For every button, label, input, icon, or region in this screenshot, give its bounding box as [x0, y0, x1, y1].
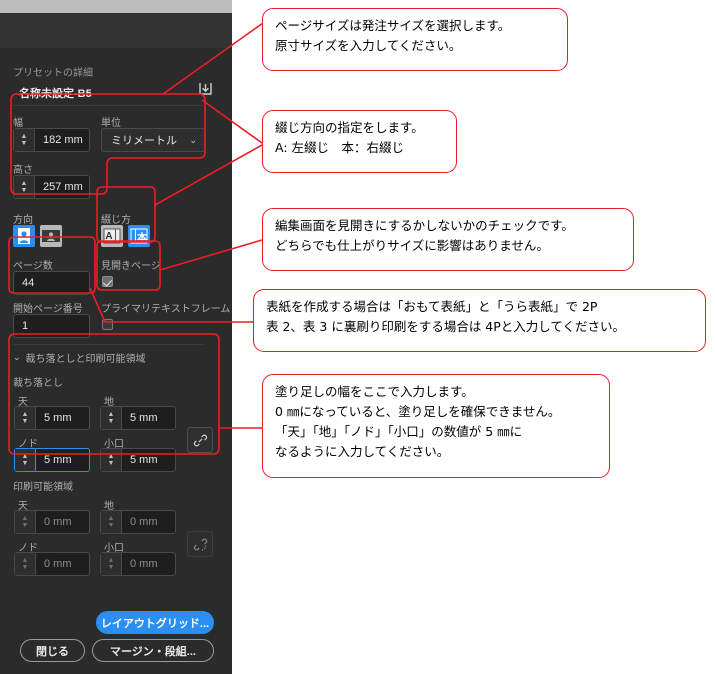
height-input[interactable]: ▲ ▼ 257 mm	[13, 175, 90, 199]
slug-bottom-value: 0 mm	[130, 516, 158, 528]
portrait-orientation-icon[interactable]	[13, 225, 35, 247]
bleed-outside-stepper[interactable]: ▲ ▼	[101, 449, 122, 471]
dialog-header-bar	[0, 13, 232, 49]
bleed-bottom-input[interactable]: ▲ ▼ 5 mm	[100, 406, 176, 430]
slug-inside-input[interactable]: ▲ ▼ 0 mm	[14, 552, 90, 576]
start-page-label: 開始ページ番号	[13, 304, 83, 315]
bleed-top-input[interactable]: ▲ ▼ 5 mm	[14, 406, 90, 430]
bleed-section-divider	[13, 344, 205, 345]
margins-columns-button[interactable]: マージン・段組...	[92, 639, 214, 662]
binding-label: 綴じ方	[101, 215, 131, 226]
width-label: 幅	[13, 118, 23, 129]
slug-inside-stepper[interactable]: ▲ ▼	[15, 553, 36, 575]
width-value: 182 mm	[43, 134, 83, 146]
bleed-outside-value: 5 mm	[130, 454, 158, 466]
preset-section-label: プリセットの詳細	[13, 68, 93, 79]
slug-bottom-input[interactable]: ▲ ▼ 0 mm	[100, 510, 176, 534]
page-count-label: ページ数	[13, 261, 53, 272]
save-preset-icon[interactable]	[197, 81, 214, 97]
preset-name-value: 名称未設定-B5	[19, 88, 92, 100]
slug-outside-input[interactable]: ▲ ▼ 0 mm	[100, 552, 176, 576]
slug-bottom-stepper[interactable]: ▲ ▼	[101, 511, 122, 533]
close-button[interactable]: 閉じる	[20, 639, 85, 662]
binding-left-icon[interactable]: A	[101, 225, 123, 247]
start-page-value: 1	[22, 320, 29, 332]
height-label: 高さ	[13, 165, 33, 176]
bleed-group-label: 裁ち落とし	[13, 378, 63, 389]
binding-right-icon[interactable]: 本	[128, 225, 150, 247]
landscape-orientation-icon[interactable]	[40, 225, 62, 247]
slug-outside-stepper[interactable]: ▲ ▼	[101, 553, 122, 575]
primary-text-frame-label: プライマリテキストフレーム	[101, 304, 231, 315]
annotation-binding-direction: 綴じ方向の指定をします。 A: 左綴じ 本：右綴じ	[262, 110, 457, 173]
slug-top-input[interactable]: ▲ ▼ 0 mm	[14, 510, 90, 534]
annotation-page-count: 表紙を作成する場合は「おもて表紙」と「うら表紙」で 2P 表 2、表 3 に裏刷…	[253, 289, 706, 352]
width-stepper[interactable]: ▲ ▼	[14, 129, 35, 151]
height-value: 257 mm	[43, 181, 83, 193]
annotation-bleed: 塗り足しの幅をここで入力します。 0 ㎜になっていると、塗り足しを確保できません…	[262, 374, 610, 478]
page-count-value: 44	[22, 277, 35, 289]
document-setup-dialog: プリセットの詳細 名称未設定-B5 幅 ▲ ▼ 182 mm 単位 ミリメートル …	[0, 0, 232, 674]
unit-label: 単位	[101, 118, 121, 129]
chain-link-broken-icon[interactable]	[187, 531, 213, 557]
slug-top-value: 0 mm	[44, 516, 72, 528]
annotation-page-size: ページサイズは発注サイズを選択します。 原寸サイズを入力してください。	[262, 8, 568, 71]
slug-top-stepper[interactable]: ▲ ▼	[15, 511, 36, 533]
preset-divider	[13, 105, 205, 106]
bleed-inside-input[interactable]: ▲ ▼ 5 mm	[14, 448, 90, 472]
binding-left-letter: A	[105, 230, 113, 242]
chevron-down-icon: ⌄	[13, 352, 21, 362]
bleed-top-value: 5 mm	[44, 412, 72, 424]
chevron-down-icon: ⌄	[189, 134, 197, 145]
binding-right-letter: 本	[137, 232, 147, 244]
bleed-inside-value: 5 mm	[44, 454, 72, 466]
width-input[interactable]: ▲ ▼ 182 mm	[13, 128, 90, 152]
bleed-bottom-value: 5 mm	[130, 412, 158, 424]
unit-select[interactable]: ミリメートル ⌄	[101, 128, 205, 152]
bleed-section-header-label: 裁ち落としと印刷可能領域	[25, 354, 146, 365]
bleed-section-header[interactable]: ⌄ 裁ち落としと印刷可能領域	[13, 350, 146, 365]
layout-grid-button[interactable]: レイアウトグリッド...	[96, 611, 214, 634]
dialog-titlebar[interactable]	[0, 0, 232, 13]
slug-outside-value: 0 mm	[130, 558, 158, 570]
facing-pages-checkbox[interactable]	[102, 276, 113, 287]
unit-value: ミリメートル	[111, 135, 177, 147]
bleed-outside-input[interactable]: ▲ ▼ 5 mm	[100, 448, 176, 472]
orientation-label: 方向	[13, 215, 33, 226]
annotation-facing-pages: 編集画面を見開きにするかしないかのチェックです。 どちらでも仕上がりサイズに影響…	[262, 208, 634, 271]
facing-pages-label: 見開きページ	[101, 261, 161, 272]
slug-inside-value: 0 mm	[44, 558, 72, 570]
bleed-bottom-stepper[interactable]: ▲ ▼	[101, 407, 122, 429]
bleed-top-stepper[interactable]: ▲ ▼	[15, 407, 36, 429]
slug-group-label: 印刷可能領域	[13, 482, 73, 493]
primary-text-frame-checkbox[interactable]	[102, 319, 113, 330]
bleed-inside-stepper[interactable]: ▲ ▼	[15, 449, 36, 471]
page-count-input[interactable]: 44	[13, 271, 90, 295]
height-stepper[interactable]: ▲ ▼	[14, 176, 35, 198]
chain-link-icon[interactable]	[187, 427, 213, 453]
start-page-input[interactable]: 1	[13, 314, 90, 338]
